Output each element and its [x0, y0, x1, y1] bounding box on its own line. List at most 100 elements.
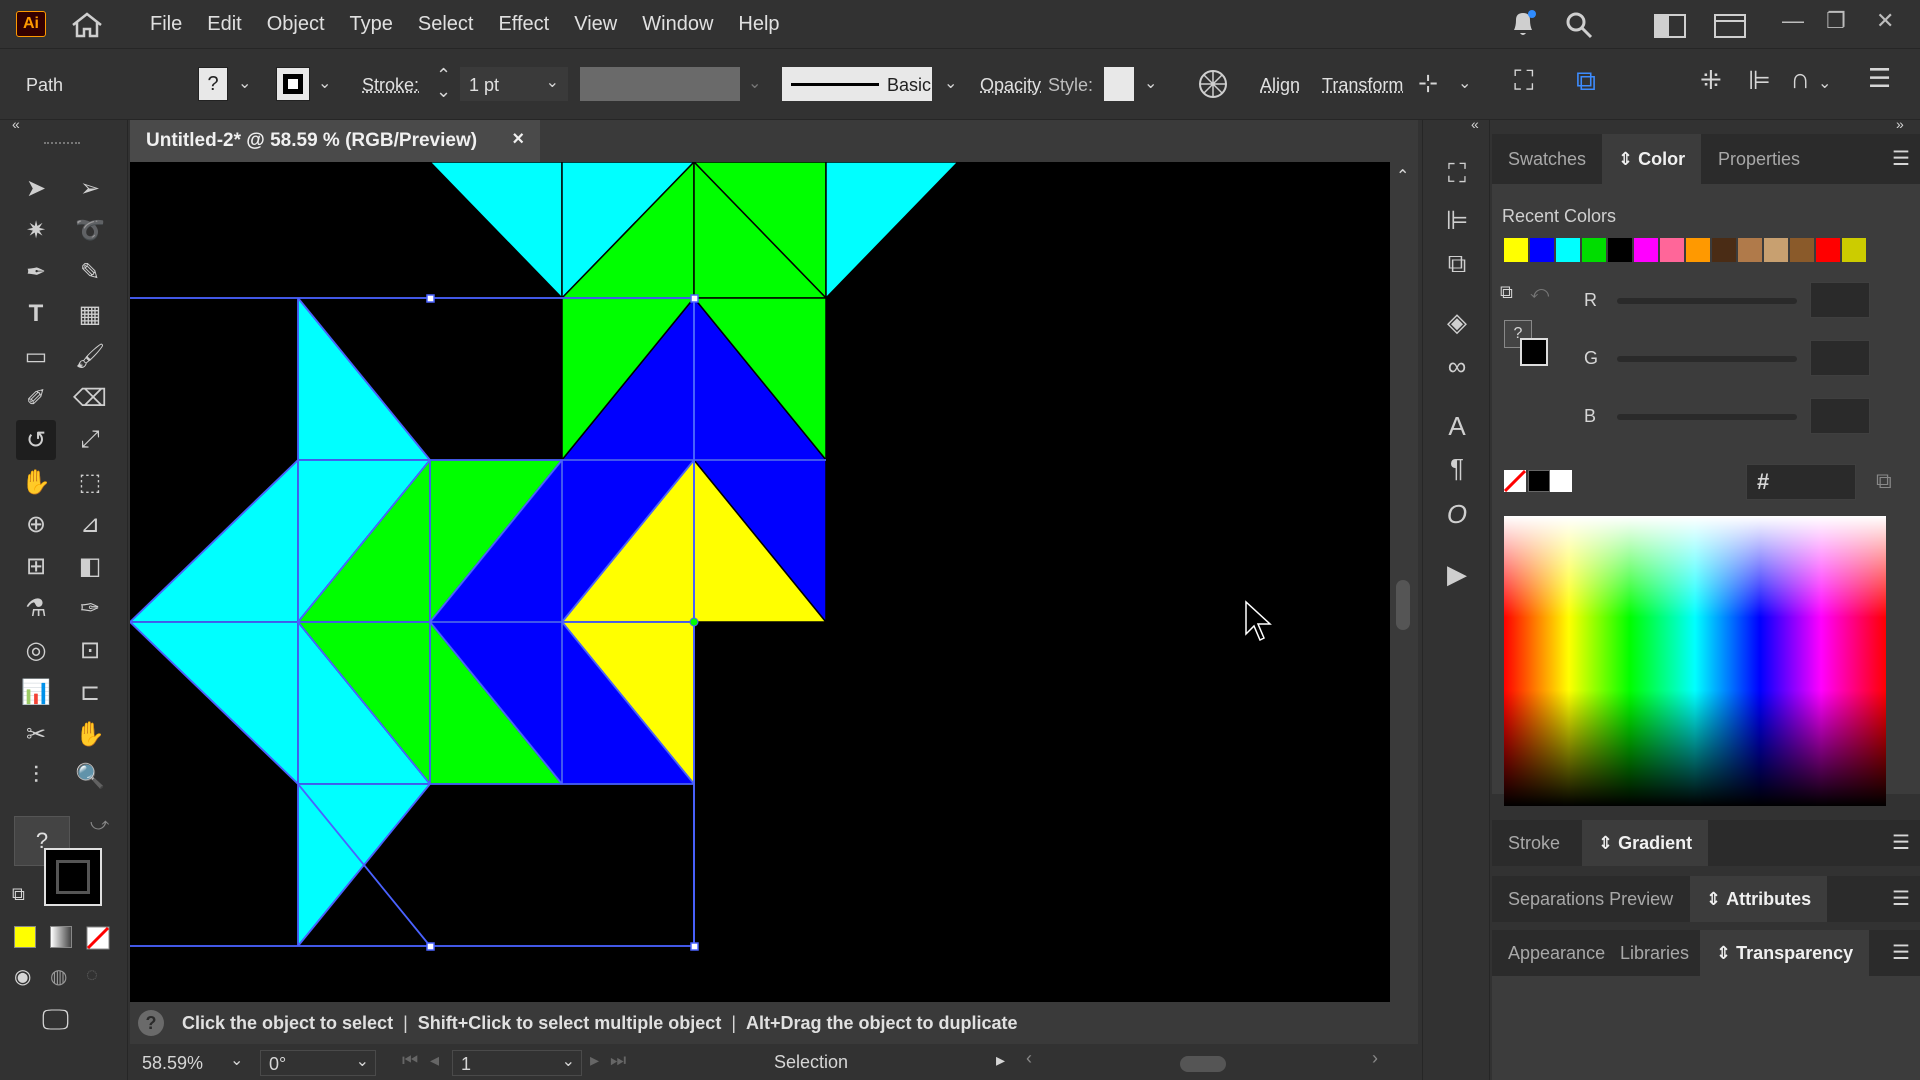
workspace-icon[interactable]	[1654, 14, 1686, 38]
panel-menu-icon[interactable]: ☰	[1868, 63, 1891, 94]
image-trace-icon[interactable]: ⛶	[1514, 65, 1534, 98]
free-transform-tool-icon[interactable]: ⬚	[70, 462, 110, 502]
close-document-icon[interactable]: ×	[512, 128, 524, 151]
measure-tool-icon[interactable]: ✑	[70, 588, 110, 628]
color-panel-menu-icon[interactable]: ☰	[1892, 146, 1910, 171]
shape-builder-tool-icon[interactable]: ⊕	[16, 504, 56, 544]
document-tab[interactable]: Untitled-2* @ 58.59 % (RGB/Preview) ×	[130, 120, 540, 162]
recent-color-swatch[interactable]	[1764, 238, 1788, 262]
rotation-dropdown-icon[interactable]: ⌄	[356, 1051, 369, 1071]
menu-view[interactable]: View	[574, 13, 617, 36]
arrange-documents-icon[interactable]	[1714, 14, 1746, 38]
rectangle-tool-icon[interactable]: ▭	[16, 336, 56, 376]
collapse-dock-icon[interactable]: »	[1896, 116, 1904, 132]
menu-object[interactable]: Object	[267, 13, 325, 36]
menu-help[interactable]: Help	[738, 13, 779, 36]
rotation-field[interactable]: 0° ⌄	[260, 1050, 376, 1076]
channel-r-field[interactable]	[1810, 282, 1870, 318]
recent-color-swatch[interactable]	[1582, 238, 1606, 262]
opentype-panel-icon[interactable]: O	[1437, 496, 1477, 532]
vertical-scrollbar[interactable]: ⌃ ⌄	[1390, 162, 1418, 1042]
tab-transparency[interactable]: ⇕ Transparency	[1700, 930, 1870, 976]
menu-window[interactable]: Window	[642, 13, 713, 36]
first-artboard-icon[interactable]: ⏮	[402, 1050, 418, 1071]
character-panel-icon[interactable]: A	[1437, 408, 1477, 444]
last-artboard-icon[interactable]: ⏭	[610, 1050, 626, 1071]
mesh-tool-icon[interactable]: ⊞	[16, 546, 56, 586]
tab-libraries[interactable]: Libraries	[1604, 930, 1705, 976]
tab-gradient[interactable]: ⇕ Gradient	[1582, 820, 1709, 866]
tab-color[interactable]: ⇕ Color	[1602, 134, 1702, 184]
recent-color-swatch[interactable]	[1530, 238, 1554, 262]
artboard-field[interactable]: 1 ⌄	[452, 1050, 582, 1076]
layers-panel-icon[interactable]: ◈	[1437, 304, 1477, 340]
recent-color-swatch[interactable]	[1816, 238, 1840, 262]
brush-definition[interactable]: Basic	[782, 67, 932, 101]
slice-tool-icon[interactable]: ✂	[16, 714, 56, 754]
shaper-tool-icon[interactable]: ✐	[16, 378, 56, 418]
menu-select[interactable]: Select	[418, 13, 474, 36]
recent-color-swatch[interactable]	[1790, 238, 1814, 262]
paintbrush-tool-icon[interactable]: 🖌	[70, 336, 110, 376]
tab-attributes[interactable]: ⇕ Attributes	[1690, 876, 1828, 922]
actions-panel-icon[interactable]: ▶	[1437, 556, 1477, 592]
next-artboard-icon[interactable]: ▸	[590, 1050, 599, 1071]
artboard-canvas[interactable]	[130, 162, 1390, 1002]
recent-color-swatch[interactable]	[1738, 238, 1762, 262]
none-color-swatch[interactable]	[1504, 470, 1526, 492]
links-panel-icon[interactable]: ∞	[1437, 348, 1477, 384]
default-fill-stroke-icon[interactable]: ⧉	[12, 884, 25, 905]
color-spectrum[interactable]	[1504, 516, 1886, 806]
white-color-swatch[interactable]	[1550, 470, 1572, 492]
align-left-icon[interactable]: ⊫	[1748, 65, 1771, 96]
opacity-label[interactable]: Opacity	[980, 75, 1041, 96]
channel-b-field[interactable]	[1810, 398, 1870, 434]
stroke-dropdown-icon[interactable]: ⌄	[318, 73, 331, 93]
stroke-stepper-icon[interactable]: ⌃ ⌄	[436, 66, 451, 100]
bell-icon[interactable]	[1508, 8, 1538, 40]
restore-icon[interactable]: ❐	[1826, 8, 1846, 34]
vertical-scroll-thumb[interactable]	[1396, 580, 1410, 630]
isolate-object-icon[interactable]: ⧉	[1576, 65, 1596, 98]
draw-inside-icon[interactable]: ◌	[86, 964, 98, 987]
triangle-cyan[interactable]	[825, 162, 960, 300]
channel-r-slider[interactable]	[1617, 298, 1797, 304]
recent-color-swatch[interactable]	[1686, 238, 1710, 262]
recent-color-swatch[interactable]	[1504, 238, 1528, 262]
direct-selection-tool-icon[interactable]: ➢	[70, 168, 110, 208]
type-tool-icon[interactable]: T	[16, 294, 56, 334]
swap-fill-stroke-icon[interactable]: ⧉	[1500, 282, 1513, 303]
transparency-panel-menu-icon[interactable]: ☰	[1892, 940, 1910, 965]
style-dropdown-icon[interactable]: ⌄	[1144, 73, 1157, 93]
menu-effect[interactable]: Effect	[498, 13, 549, 36]
graphic-style-swatch[interactable]	[1104, 67, 1134, 101]
color-mode-button[interactable]	[14, 926, 36, 948]
menu-type[interactable]: Type	[350, 13, 393, 36]
channel-g-slider[interactable]	[1617, 356, 1797, 362]
help-icon[interactable]: ?	[138, 1010, 164, 1036]
transform-link[interactable]: Transform	[1322, 75, 1403, 96]
expand-strip-icon[interactable]: «	[1471, 116, 1479, 132]
grid-tool-icon[interactable]: ▦	[70, 294, 110, 334]
zoom-tool-icon[interactable]: 🔍	[70, 756, 110, 796]
align-panel-icon[interactable]: ⊫	[1437, 202, 1477, 238]
selection-tool-icon[interactable]: ➤	[16, 168, 56, 208]
minimize-icon[interactable]: —	[1782, 8, 1804, 34]
status-menu-icon[interactable]: ▸	[996, 1050, 1005, 1071]
gradient-tool-icon[interactable]: ◧	[70, 546, 110, 586]
scale-tool-icon[interactable]: ⤢	[70, 420, 110, 460]
stroke-label[interactable]: Stroke:	[362, 75, 419, 96]
perspective-grid-tool-icon[interactable]: ⊿	[70, 504, 110, 544]
zoom-field[interactable]: 58.59% ⌄	[130, 1050, 252, 1076]
draw-behind-icon[interactable]: ◍	[50, 964, 67, 989]
paragraph-panel-icon[interactable]: ¶	[1437, 450, 1477, 486]
attributes-panel-menu-icon[interactable]: ☰	[1892, 886, 1910, 911]
tab-stroke[interactable]: Stroke	[1492, 820, 1576, 866]
search-icon[interactable]	[1564, 10, 1594, 40]
scroll-right-icon[interactable]: ›	[1372, 1048, 1378, 1069]
profile-dropdown-icon[interactable]: ⌄	[748, 73, 761, 93]
distribute-icon[interactable]: ⁜	[1700, 65, 1722, 96]
recent-color-swatch[interactable]	[1660, 238, 1684, 262]
warp-tool-icon[interactable]: ✋	[16, 462, 56, 502]
fill-swatch[interactable]: ?	[198, 67, 228, 101]
